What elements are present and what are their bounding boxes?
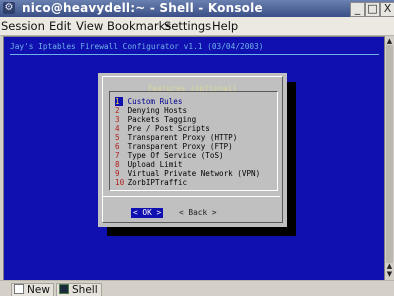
- list-item[interactable]: 4 Pre / Post Scripts: [115, 124, 210, 133]
- scroll-up-icon[interactable]: ▲: [385, 37, 394, 45]
- list-item-label: Transparent Proxy (FTP): [127, 142, 233, 151]
- scroll-thumb[interactable]: [386, 45, 393, 263]
- dialog-frame: Features (optional) 1 Custom Rules 2 Den…: [102, 76, 283, 223]
- list-item-label: Type Of Service (ToS): [127, 151, 224, 160]
- tab-new[interactable]: New: [11, 283, 54, 296]
- list-item-label: ZorbIPTraffic: [127, 178, 188, 187]
- list-item[interactable]: 3 Packets Tagging: [115, 115, 196, 124]
- tab-shell[interactable]: Shell: [56, 283, 102, 296]
- list-item-number: 4: [115, 124, 120, 133]
- list-item[interactable]: 9 Virtual Private Network (VPN): [115, 169, 260, 178]
- minimize-button[interactable]: _: [350, 2, 365, 17]
- list-item-label: Custom Rules: [127, 97, 183, 106]
- list-item-number: 10: [115, 178, 125, 187]
- list-item[interactable]: 6 Transparent Proxy (FTP): [115, 142, 233, 151]
- list-item-number: 2: [115, 106, 120, 115]
- scroll-up-icon-bottom[interactable]: ▲: [385, 262, 394, 270]
- menu-view[interactable]: View: [76, 19, 103, 33]
- scroll-down-icon[interactable]: ▼: [385, 270, 394, 278]
- list-item-label: Denying Hosts: [127, 106, 188, 115]
- window-title: nico@heavydell:~ - Shell - Konsole: [22, 1, 263, 15]
- tab-shell-label: Shell: [72, 284, 98, 296]
- session-tabbar: New Shell: [0, 280, 394, 296]
- list-item[interactable]: 10 ZorbIPTraffic: [115, 178, 187, 187]
- menu-edit[interactable]: Edit: [49, 19, 71, 33]
- menu-bar: Session Edit View Bookmarks Settings Hel…: [0, 17, 394, 36]
- list-item-label: Transparent Proxy (HTTP): [127, 133, 238, 142]
- title-bar[interactable]: ⚙ nico@heavydell:~ - Shell - Konsole _ □…: [0, 0, 394, 17]
- features-dialog: Features (optional) 1 Custom Rules 2 Den…: [98, 73, 287, 227]
- ok-button[interactable]: < OK >: [131, 208, 164, 218]
- list-item[interactable]: 7 Type Of Service (ToS): [115, 151, 224, 160]
- close-button[interactable]: X: [380, 2, 394, 17]
- shell-terminal-icon: [59, 284, 69, 294]
- list-item-label: Packets Tagging: [127, 115, 197, 124]
- new-session-icon: [14, 284, 24, 294]
- list-item[interactable]: 2 Denying Hosts: [115, 106, 187, 115]
- back-button[interactable]: < Back >: [179, 208, 217, 218]
- terminal-header-rule: [10, 54, 379, 55]
- list-item[interactable]: 5 Transparent Proxy (HTTP): [115, 133, 237, 142]
- tab-new-label: New: [27, 284, 50, 296]
- vertical-scrollbar[interactable]: ▲ ▲ ▼: [385, 36, 394, 279]
- menu-bookmarks[interactable]: Bookmarks: [107, 19, 171, 33]
- list-item-number: 7: [115, 151, 120, 160]
- list-item-number: 6: [115, 142, 120, 151]
- list-item-number: 9: [115, 169, 120, 178]
- features-list: 1 Custom Rules 2 Denying Hosts 3 Packets…: [109, 91, 278, 191]
- list-item[interactable]: 1 Custom Rules: [115, 97, 182, 106]
- list-item-number: 3: [115, 115, 120, 124]
- menu-session[interactable]: Session: [1, 19, 45, 33]
- list-item[interactable]: 8 Upload Limit: [115, 160, 182, 169]
- dialog-separator: [103, 196, 280, 197]
- list-item-number: 1: [115, 97, 123, 106]
- maximize-button[interactable]: □: [365, 2, 380, 17]
- list-item-label: Pre / Post Scripts: [127, 124, 210, 133]
- konsole-app-icon[interactable]: ⚙: [3, 2, 15, 14]
- list-item-label: Upload Limit: [127, 160, 183, 169]
- menu-help[interactable]: Help: [212, 19, 238, 33]
- terminal-header-text: Jay's Iptables Firewall Configurator v1.…: [10, 42, 264, 51]
- list-item-label: Virtual Private Network (VPN): [127, 169, 261, 178]
- menu-settings[interactable]: Settings: [164, 19, 211, 33]
- list-item-number: 5: [115, 133, 120, 142]
- list-item-number: 8: [115, 160, 120, 169]
